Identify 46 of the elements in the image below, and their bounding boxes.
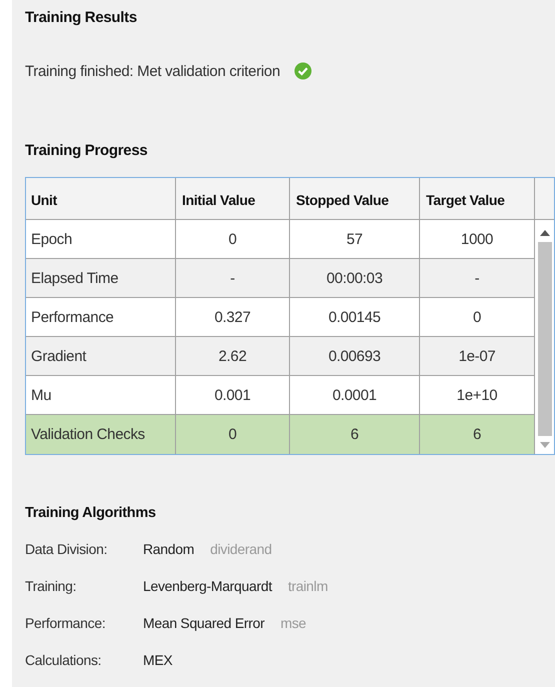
function-name: mse [280,615,306,631]
table-cell: 0.00693 [290,337,420,375]
table-cell-text: 1e+10 [456,386,498,406]
column-header: Unit [26,178,176,219]
table-cell: 0.327 [176,298,290,336]
table-cell-text: 1e-07 [458,346,496,366]
algorithm-label: Calculations: [25,652,102,668]
table-cell: Performance [26,298,176,336]
table-cell: 57 [290,220,420,258]
table-cell: 0 [176,415,290,454]
table-cell: Epoch [26,220,176,258]
algorithm-label: Performance: [25,615,106,631]
section-title: Training Results [25,9,138,26]
algorithm-label: Data Division: [25,541,108,557]
algorithm-value: MEX [143,652,172,668]
section-title: Training Progress [25,142,148,159]
table-cell: 0.001 [176,376,290,414]
scroll-down-icon[interactable] [540,442,550,448]
table-cell: 0 [176,220,290,258]
table-cell-text: 1000 [460,230,494,250]
column-header: Target Value [425,190,506,210]
table-cell-text: - [474,268,480,288]
table-cell: 00:00:03 [290,259,420,297]
algorithm-value: Random [143,541,194,557]
scroll-up-icon[interactable] [540,230,550,236]
table-cell: Validation Checks [26,415,176,454]
table-cell-text: 0 [472,308,482,328]
table-cell: 0.00145 [290,298,420,336]
algorithm-label: Training: [25,578,78,594]
function-name: dividerand [210,541,272,557]
table-cell: 6 [290,415,420,454]
table-cell: 0.0001 [290,376,420,414]
section-title: Training Algorithms [25,505,157,521]
scrollbar-thumb[interactable] [538,242,552,436]
status-text: Training finished: Met validation criterion [25,62,280,80]
table-cell: - [176,259,290,297]
table-cell: Gradient [26,337,176,375]
table-cell: Elapsed Time [26,259,176,297]
algorithm-value: Mean Squared Error [143,615,264,631]
function-name: trainlm [288,578,328,594]
table-cell-text: 6 [472,425,482,445]
column-header: Stopped Value [290,178,420,219]
table-cell: 2.62 [176,337,290,375]
table-cell: Mu [26,376,176,414]
column-header: Initial Value [176,178,290,219]
algorithm-value: Levenberg-Marquardt [143,578,272,594]
